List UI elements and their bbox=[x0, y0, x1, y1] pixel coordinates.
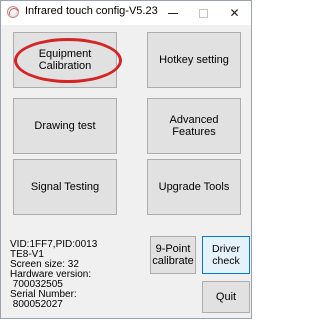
advanced-features-button[interactable]: Advanced Features bbox=[147, 98, 241, 154]
hotkey-setting-button[interactable]: Hotkey setting bbox=[147, 32, 241, 88]
nine-point-calibrate-button[interactable]: 9-Point calibrate bbox=[150, 236, 196, 274]
maximize-icon bbox=[199, 8, 208, 18]
window-title: Infrared touch config-V5.23 bbox=[25, 5, 158, 17]
hotkey-setting-label: Hotkey setting bbox=[159, 54, 229, 66]
upgrade-tools-label: Upgrade Tools bbox=[158, 181, 230, 193]
equipment-calibration-label: Equipment Calibration bbox=[38, 48, 92, 72]
drawing-test-label: Drawing test bbox=[34, 120, 96, 132]
equipment-calibration-button[interactable]: Equipment Calibration bbox=[13, 32, 117, 88]
driver-check-label: Driver check bbox=[212, 243, 240, 267]
close-button[interactable]: ✕ bbox=[219, 1, 250, 25]
minimize-icon bbox=[167, 12, 178, 14]
close-icon: ✕ bbox=[229, 6, 240, 20]
serial-number-value: 800052027 bbox=[10, 299, 63, 310]
device-info-panel: VID:1FF7,PID:0013 TE8-V1 Screen size: 32… bbox=[10, 240, 150, 310]
signal-testing-button[interactable]: Signal Testing bbox=[13, 159, 117, 215]
signal-testing-label: Signal Testing bbox=[30, 181, 100, 193]
nine-point-label-line1: 9-Point bbox=[155, 243, 191, 255]
driver-check-button[interactable]: Driver check bbox=[202, 236, 250, 274]
nine-point-label-line2: calibrate bbox=[152, 255, 194, 267]
advanced-features-label: Advanced Features bbox=[169, 114, 219, 138]
quit-label: Quit bbox=[215, 291, 237, 303]
app-window: Infrared touch config-V5.23 ✕ Equipment … bbox=[0, 0, 252, 319]
upgrade-tools-button[interactable]: Upgrade Tools bbox=[147, 159, 241, 215]
app-icon bbox=[7, 6, 19, 18]
maximize-button[interactable] bbox=[188, 1, 219, 25]
title-bar[interactable]: Infrared touch config-V5.23 ✕ bbox=[1, 1, 251, 25]
drawing-test-button[interactable]: Drawing test bbox=[13, 98, 117, 154]
minimize-button[interactable] bbox=[157, 1, 188, 25]
quit-button[interactable]: Quit bbox=[202, 281, 250, 313]
